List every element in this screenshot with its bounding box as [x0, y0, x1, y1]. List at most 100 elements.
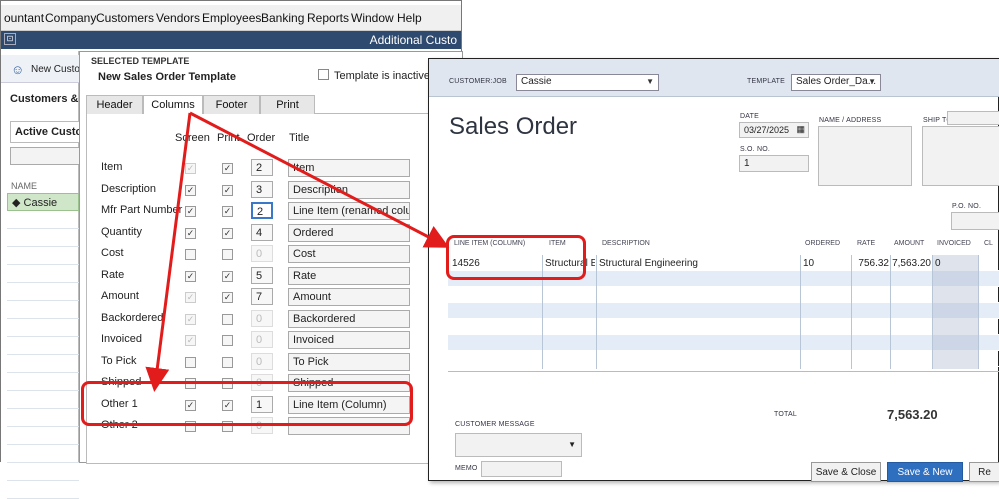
cell-amount[interactable]: 7,563.20	[892, 258, 931, 269]
title-field-backordered[interactable]: Backordered	[288, 309, 410, 328]
cell-invoiced[interactable]: 0	[935, 258, 941, 269]
col-description[interactable]: DESCRIPTION	[602, 240, 650, 247]
title-field-invoiced[interactable]: Invoiced	[288, 331, 410, 349]
row-label-amount: Amount	[101, 290, 139, 302]
col-invoiced[interactable]: INVOICED	[937, 240, 971, 247]
col-cl[interactable]: CL	[984, 240, 993, 247]
menu-item-company[interactable]: Company	[45, 11, 96, 25]
screen-checkbox-quantity[interactable]: ✓	[185, 227, 196, 239]
screen-checkbox-backordered[interactable]: ✓	[185, 313, 196, 325]
active-customers-dropdown[interactable]: Active Custom	[10, 121, 80, 143]
screen-checkbox-item[interactable]: ✓	[185, 163, 196, 174]
order-field-amount[interactable]: 7	[251, 288, 273, 305]
order-field-rate[interactable]: 5	[251, 266, 273, 284]
table-row[interactable]	[448, 287, 999, 303]
total-value: 7,563.20	[887, 407, 938, 422]
menu-item-ountant[interactable]: ountant	[4, 11, 44, 25]
order-field-description[interactable]: 3	[251, 180, 273, 198]
print-checkbox-invoiced[interactable]	[222, 335, 233, 346]
print-checkbox-quantity[interactable]: ✓	[222, 227, 233, 239]
revert-button[interactable]: Re	[969, 462, 999, 482]
title-field-cost[interactable]: Cost	[288, 245, 410, 263]
ship-to-dropdown[interactable]	[947, 111, 999, 125]
divider	[978, 255, 979, 369]
order-field-cost[interactable]: 0	[251, 245, 273, 262]
title-field-quantity[interactable]: Ordered	[288, 223, 410, 242]
tab-print[interactable]: Print	[260, 95, 315, 114]
ship-to-box[interactable]	[922, 126, 999, 186]
menu-item-vendors[interactable]: Vendors	[156, 11, 200, 25]
new-customer-label: New Custo	[31, 64, 80, 75]
screen-checkbox-cost[interactable]	[185, 249, 196, 260]
customers-jobs-heading[interactable]: Customers & J	[10, 93, 88, 105]
col-amount[interactable]: AMOUNT	[894, 240, 924, 247]
title-field-description[interactable]: Description	[288, 180, 410, 199]
screen-checkbox-rate[interactable]: ✓	[185, 270, 196, 282]
menu-item-window[interactable]: Window	[351, 11, 394, 25]
table-row[interactable]	[448, 303, 999, 319]
memo-field[interactable]	[481, 461, 562, 477]
restore-icon[interactable]: ⊡	[4, 33, 16, 45]
name-column-header[interactable]: NAME	[11, 181, 37, 191]
new-customer-button[interactable]: ☺ New Custo	[1, 55, 80, 83]
tab-footer[interactable]: Footer	[203, 95, 260, 114]
memo-label: MEMO	[455, 465, 478, 472]
so-number-field[interactable]: 1	[739, 155, 809, 172]
menu-item-help[interactable]: Help	[397, 11, 422, 25]
customer-search-input[interactable]	[10, 147, 80, 165]
order-field-item[interactable]: 2	[251, 159, 273, 176]
template-inactive-checkbox[interactable]: Template is inactive	[318, 69, 430, 82]
cell-rate[interactable]: 756.32	[855, 258, 889, 269]
print-checkbox-rate[interactable]: ✓	[222, 270, 233, 282]
order-field-mfr-part-number[interactable]: 2	[251, 202, 273, 219]
table-row[interactable]	[448, 351, 999, 367]
title-field-rate[interactable]: Rate	[288, 266, 410, 285]
title-field-item[interactable]: Item	[288, 159, 410, 177]
customer-center-panel: ☺ New Custo Customers & J Active Custom …	[1, 51, 88, 499]
divider	[448, 371, 999, 372]
customer-row-selected[interactable]: ◆ Cassie	[7, 193, 79, 211]
order-field-backordered[interactable]: 0	[251, 309, 273, 327]
print-checkbox-item[interactable]: ✓	[222, 163, 233, 174]
table-row[interactable]	[448, 319, 999, 335]
screen-checkbox-to-pick[interactable]	[185, 356, 196, 368]
title-field-mfr-part-number[interactable]: Line Item (renamed colu...	[288, 202, 410, 220]
name-address-box[interactable]	[818, 126, 912, 186]
calendar-icon[interactable]: ▦	[796, 124, 805, 135]
col-rate[interactable]: RATE	[857, 240, 875, 247]
print-checkbox-to-pick[interactable]	[222, 356, 233, 368]
print-checkbox-cost[interactable]	[222, 249, 233, 260]
title-field-to-pick[interactable]: To Pick	[288, 352, 410, 371]
screen-checkbox-amount[interactable]: ✓	[185, 292, 196, 303]
cell-ordered[interactable]: 10	[803, 258, 814, 269]
menu-item-employees[interactable]: Employees	[202, 11, 261, 25]
tab-header[interactable]: Header	[86, 95, 143, 114]
screen-checkbox-mfr-part-number[interactable]: ✓	[185, 206, 196, 217]
customer-message-dropdown[interactable]: ▼	[455, 433, 582, 457]
save-new-button[interactable]: Save & New	[887, 462, 963, 482]
menu-item-banking[interactable]: Banking	[261, 11, 304, 25]
screen-checkbox-invoiced[interactable]: ✓	[185, 335, 196, 346]
sales-order-header-bar: CUSTOMER:JOB Cassie ▼ TEMPLATE Sales Ord…	[429, 59, 999, 97]
template-dropdown[interactable]: Sales Order_Da... ▼	[791, 74, 881, 91]
tab-columns[interactable]: Columns	[143, 95, 203, 115]
print-checkbox-mfr-part-number[interactable]: ✓	[222, 206, 233, 217]
chevron-down-icon: ▼	[868, 77, 876, 86]
date-field[interactable]: 03/27/2025 ▦	[739, 122, 809, 138]
screen-checkbox-description[interactable]: ✓	[185, 184, 196, 196]
po-number-field[interactable]	[951, 212, 999, 230]
col-ordered[interactable]: ORDERED	[805, 240, 840, 247]
order-field-quantity[interactable]: 4	[251, 223, 273, 241]
print-checkbox-description[interactable]: ✓	[222, 184, 233, 196]
menu-item-customers[interactable]: Customers	[96, 11, 154, 25]
title-field-amount[interactable]: Amount	[288, 288, 410, 306]
menu-item-reports[interactable]: Reports	[307, 11, 349, 25]
cell-description[interactable]: Structural Engineering	[599, 258, 698, 269]
table-row[interactable]	[448, 335, 999, 351]
order-field-to-pick[interactable]: 0	[251, 352, 273, 370]
print-checkbox-backordered[interactable]	[222, 313, 233, 325]
customer-job-dropdown[interactable]: Cassie ▼	[516, 74, 659, 91]
order-field-invoiced[interactable]: 0	[251, 331, 273, 348]
save-close-button[interactable]: Save & Close	[811, 462, 881, 482]
print-checkbox-amount[interactable]: ✓	[222, 292, 233, 303]
